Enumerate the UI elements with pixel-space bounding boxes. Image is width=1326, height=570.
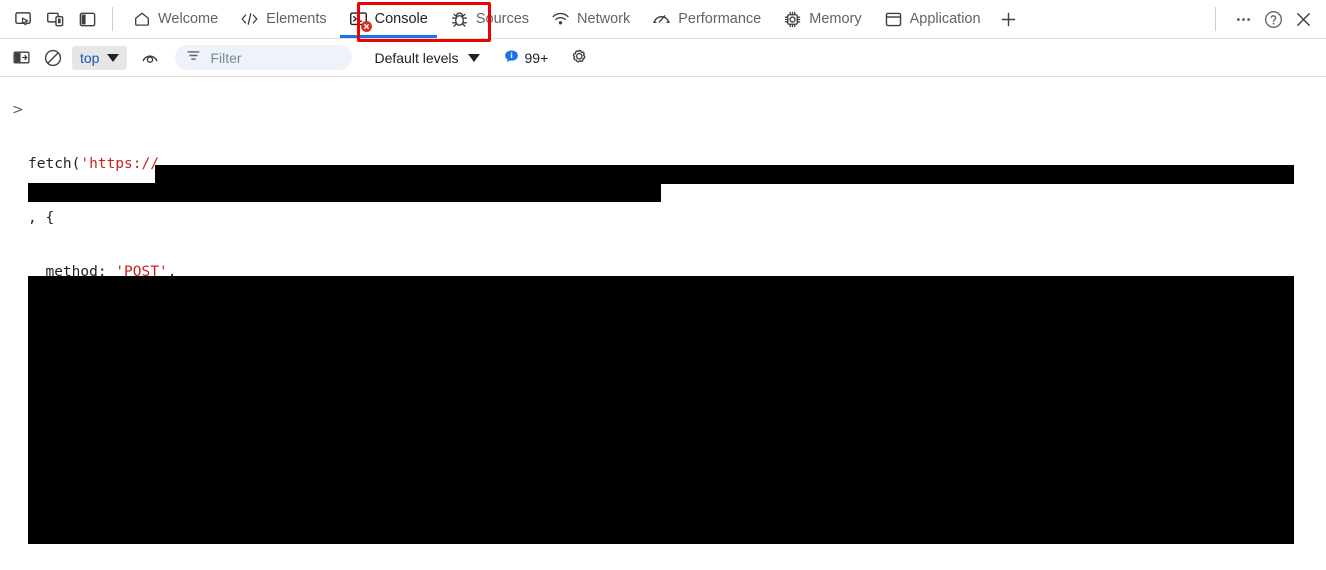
filter-icon	[186, 48, 201, 68]
console-input-expression-tail: } }) .then(result => result.json()) .the…	[0, 546, 290, 570]
help-icon[interactable]	[1258, 4, 1288, 34]
tab-sources[interactable]: Sources	[439, 0, 540, 38]
tabbar-divider	[112, 7, 113, 31]
issues-counter[interactable]: 99+	[504, 49, 549, 67]
filter-placeholder-text: Filter	[210, 49, 242, 66]
console-sidebar-icon[interactable]	[6, 43, 36, 73]
home-icon	[132, 10, 151, 29]
line2-tail: , {	[28, 210, 55, 226]
chevron-down-icon	[467, 53, 480, 62]
tab-memory[interactable]: Memory	[772, 0, 872, 38]
code-icon	[240, 10, 259, 29]
bug-icon	[450, 10, 469, 29]
log-levels-selector[interactable]: Default levels	[368, 46, 485, 70]
close-icon[interactable]	[1288, 4, 1318, 34]
tab-welcome[interactable]: Welcome	[121, 0, 229, 38]
gear-icon[interactable]	[564, 43, 594, 73]
tabbar-right-divider	[1215, 7, 1216, 31]
redaction-bar-token	[28, 276, 1294, 544]
tab-performance-label: Performance	[678, 10, 762, 27]
dock-side-icon[interactable]	[72, 4, 102, 34]
inspect-element-icon[interactable]	[8, 4, 38, 34]
input-prompt-symbol: >	[12, 102, 24, 118]
devtools-tab-list: Welcome Elements Console Sources Network…	[121, 0, 1026, 38]
devtools-tabbar: Welcome Elements Console Sources Network…	[0, 0, 1326, 42]
window-icon	[884, 10, 903, 29]
tab-console-label: Console	[374, 10, 428, 27]
tabbar-left-tools	[0, 4, 121, 34]
console-error-badge	[360, 20, 372, 32]
tab-performance[interactable]: Performance	[641, 0, 772, 38]
console-toolbar: top Filter Default levels 99+	[0, 39, 1326, 77]
chevron-down-icon	[107, 53, 120, 62]
tab-application[interactable]: Application	[873, 0, 992, 38]
active-tab-underline	[339, 35, 437, 38]
redaction-bar-url-cont	[28, 183, 661, 202]
tab-elements-label: Elements	[266, 10, 327, 27]
device-toolbar-icon[interactable]	[40, 4, 70, 34]
tab-sources-label: Sources	[475, 10, 530, 27]
add-panel-button[interactable]	[992, 0, 1026, 38]
tab-network[interactable]: Network	[540, 0, 641, 38]
log-levels-value: Default levels	[374, 49, 459, 66]
wifi-icon	[551, 10, 570, 29]
javascript-context-selector[interactable]: top	[72, 45, 128, 70]
tab-network-label: Network	[577, 10, 631, 27]
console-icon	[349, 10, 372, 32]
tab-console[interactable]: Console	[338, 0, 439, 38]
issues-count-label: 99+	[524, 49, 549, 66]
tab-application-label: Application	[909, 10, 981, 27]
url-string-start: 'https://	[80, 156, 159, 172]
redaction-bar-url	[155, 165, 1294, 184]
tab-welcome-label: Welcome	[158, 10, 219, 27]
tab-memory-label: Memory	[809, 10, 862, 27]
tab-elements[interactable]: Elements	[229, 0, 337, 38]
context-value: top	[80, 49, 100, 66]
clear-console-icon[interactable]	[38, 43, 68, 73]
chip-icon	[783, 10, 802, 29]
console-filter-input[interactable]: Filter	[175, 45, 353, 70]
info-bubble-icon	[504, 49, 519, 67]
tabbar-right-tools	[1215, 0, 1326, 38]
console-message-area[interactable]: > fetch('https:// , { method: 'POST', he…	[0, 77, 1326, 570]
code-line: , {	[0, 209, 1326, 227]
gauge-icon	[652, 10, 671, 29]
more-tools-icon[interactable]	[1228, 4, 1258, 34]
eye-icon[interactable]	[135, 43, 165, 73]
